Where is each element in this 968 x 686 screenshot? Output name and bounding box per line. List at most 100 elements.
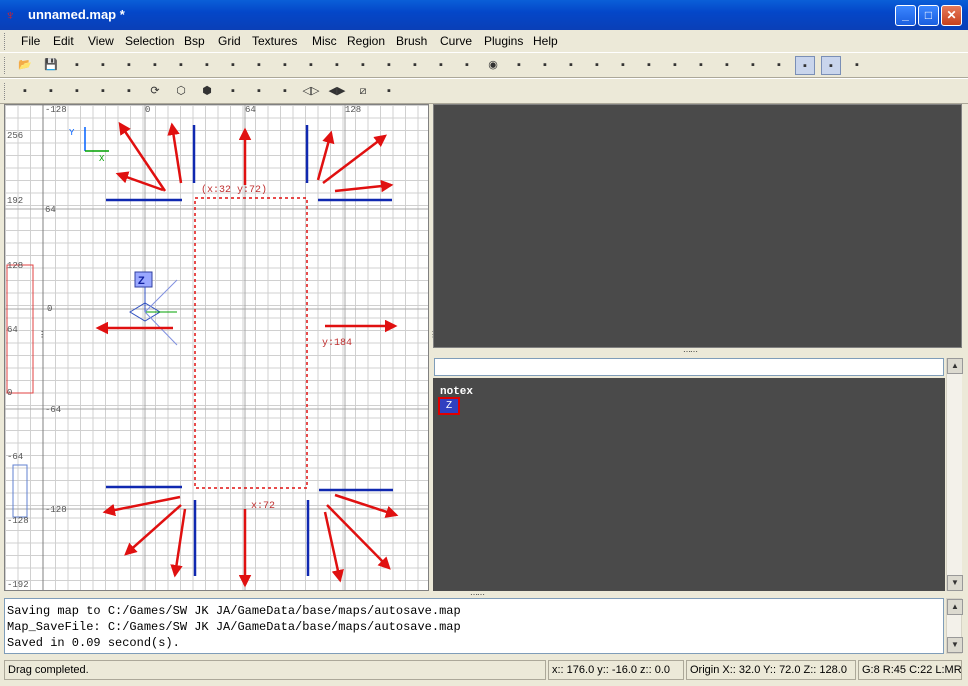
ruler-label: 64 — [7, 325, 18, 335]
scale-mode-icon[interactable]: ▪ — [41, 82, 61, 101]
texture-scrollbar[interactable]: ▲ ▼ — [946, 358, 963, 591]
camera-icon[interactable]: ◉ — [483, 56, 503, 75]
selected-brush[interactable] — [194, 197, 308, 489]
brush-3-sided-icon[interactable]: ▪ — [717, 56, 737, 75]
menu-view[interactable]: View — [88, 34, 114, 48]
menu-region[interactable]: Region — [347, 34, 385, 48]
view-z-icon[interactable]: ▪ — [587, 56, 607, 75]
csg-subtract-icon[interactable]: ▪ — [327, 56, 347, 75]
xy-view-canvas[interactable]: -128 0 64 128 256 192 128 64 0 -64 -128 … — [5, 105, 429, 591]
close-button[interactable]: ✕ — [941, 5, 962, 26]
view-y-icon[interactable]: ▪ — [561, 56, 581, 75]
clip-icon[interactable]: ⧄ — [353, 82, 373, 101]
brush-cube-icon[interactable]: ▪ — [847, 56, 867, 75]
rotate-mode-icon[interactable]: ▪ — [15, 82, 35, 101]
view-front-icon[interactable]: ▪ — [509, 56, 529, 75]
texture-thumb-letter: Z — [445, 400, 453, 411]
select-vertex-icon[interactable]: ▪ — [795, 56, 815, 75]
curve-edit-icon[interactable]: ▪ — [639, 56, 659, 75]
camera-texture-splitter[interactable]: ⋯⋯ — [433, 347, 962, 356]
select-edge-icon[interactable]: ▪ — [821, 56, 841, 75]
mirror-2-icon[interactable]: ◀▶ — [327, 82, 347, 101]
menu-textures[interactable]: Textures — [252, 34, 297, 48]
dimension-label-top: (x:32 y:72) — [201, 184, 267, 196]
save-icon[interactable]: 💾 — [41, 56, 61, 75]
menu-brush[interactable]: Brush — [396, 34, 427, 48]
axis-y-label: Y — [69, 128, 75, 138]
view-splitter-grip[interactable]: ⋮ — [38, 330, 46, 339]
app-icon: ♆ — [5, 7, 16, 23]
patch-cap-icon[interactable]: ▪ — [93, 82, 113, 101]
refresh-icon[interactable]: ⟳ — [145, 82, 165, 101]
menu-selection[interactable]: Selection — [125, 34, 174, 48]
csg-merge-icon[interactable]: ▪ — [353, 56, 373, 75]
patch-bend-icon[interactable]: ▪ — [691, 56, 711, 75]
tree-icon[interactable]: ▪ — [223, 82, 243, 101]
menu-bsp[interactable]: Bsp — [184, 34, 205, 48]
console-scrollbar[interactable]: ▲ ▼ — [946, 598, 963, 654]
menu-help[interactable]: Help — [533, 34, 558, 48]
camera-clip-icon[interactable]: ▪ — [379, 82, 399, 101]
ruler-label: 256 — [7, 131, 23, 141]
console-line: Map_SaveFile: C:/Games/SW JK JA/GameData… — [7, 620, 461, 634]
z-badge-label: Z — [138, 275, 145, 287]
hollow-icon[interactable]: ▪ — [379, 56, 399, 75]
menu-grid[interactable]: Grid — [218, 34, 241, 48]
patch-inspector-icon[interactable]: ▪ — [743, 56, 763, 75]
texture-browser[interactable] — [433, 378, 945, 591]
scroll-down-icon[interactable]: ▼ — [947, 637, 963, 653]
ruler-label: 192 — [7, 196, 23, 206]
y-axis-flip-icon[interactable]: ▪ — [119, 56, 139, 75]
toolbar-gripper[interactable] — [4, 57, 8, 74]
patch-icon[interactable]: ▪ — [665, 56, 685, 75]
scroll-up-icon[interactable]: ▲ — [947, 358, 963, 374]
texture-view-icon[interactable]: ▪ — [119, 82, 139, 101]
main-toolbar: 📂 💾 ▪ ▪ ▪ ▪ ▪ ▪ ▪ ▪ ▪ ▪ ▪ ▪ ▪ ▪ ▪ ▪ ◉ ▪ ▪ ▪ ▪ ▪ ▪ ▪ ▪ ▪ ▪ ▪ ▪ ▪ ▪ — [0, 52, 968, 78]
menu-bar: File Edit View Selection Bsp Grid Textur… — [0, 30, 968, 52]
dont-select-curve-icon[interactable]: ▪ — [769, 56, 789, 75]
train-icon[interactable]: ▪ — [249, 82, 269, 101]
texture-lock-icon[interactable]: ▪ — [457, 56, 477, 75]
minimize-button[interactable]: _ — [895, 5, 916, 26]
menu-edit[interactable]: Edit — [53, 34, 74, 48]
y-axis-rotate-icon[interactable]: ▪ — [145, 56, 165, 75]
complete-tall-icon[interactable]: ▪ — [223, 56, 243, 75]
region-icon[interactable]: ▪ — [275, 82, 295, 101]
scroll-up-icon[interactable]: ▲ — [947, 599, 963, 615]
menu-curve[interactable]: Curve — [440, 34, 472, 48]
ruler-label: 0 — [7, 388, 12, 398]
clipper-icon[interactable]: ▪ — [405, 56, 425, 75]
menu-misc[interactable]: Misc — [312, 34, 337, 48]
z-axis-rotate-icon[interactable]: ▪ — [197, 56, 217, 75]
axis-x-label: X — [99, 154, 105, 164]
menu-file[interactable]: File — [21, 34, 40, 48]
entity-icon[interactable]: ⬢ — [197, 82, 217, 101]
hide-detail-icon[interactable]: ▪ — [613, 56, 633, 75]
open-icon[interactable]: 📂 — [15, 56, 35, 75]
camera-view[interactable] — [433, 104, 962, 348]
xy-view[interactable]: -128 0 64 128 256 192 128 64 0 -64 -128 … — [4, 104, 429, 591]
drag-mode-icon[interactable]: ▪ — [67, 82, 87, 101]
mirror-icon[interactable]: ◁▷ — [301, 82, 321, 101]
ruler-label: -128 — [45, 105, 67, 115]
x-axis-rotate-icon[interactable]: ▪ — [93, 56, 113, 75]
maximize-button[interactable]: □ — [918, 5, 939, 26]
console-output[interactable]: Saving map to C:/Games/SW JK JA/GameData… — [4, 598, 944, 654]
z-axis-flip-icon[interactable]: ▪ — [171, 56, 191, 75]
x-axis-flip-icon[interactable]: ▪ — [67, 56, 87, 75]
scroll-down-icon[interactable]: ▼ — [947, 575, 963, 591]
dimension-label-bottom: x:72 — [251, 501, 275, 512]
select-inside-icon[interactable]: ▪ — [275, 56, 295, 75]
change-view-icon[interactable]: ▪ — [431, 56, 451, 75]
toolbar-gripper[interactable] — [4, 83, 8, 100]
size-to-fit-icon[interactable]: ▪ — [249, 56, 269, 75]
ruler-label: 0 — [145, 105, 150, 115]
select-touching-icon[interactable]: ▪ — [301, 56, 321, 75]
texture-filter-input[interactable] — [434, 358, 944, 376]
texture-thumbnail[interactable]: Z — [438, 397, 460, 415]
menu-gripper[interactable] — [4, 33, 8, 50]
grid-label: -64 — [45, 405, 61, 415]
view-x-icon[interactable]: ▪ — [535, 56, 555, 75]
cycle-icon[interactable]: ⬡ — [171, 82, 191, 101]
menu-plugins[interactable]: Plugins — [484, 34, 523, 48]
